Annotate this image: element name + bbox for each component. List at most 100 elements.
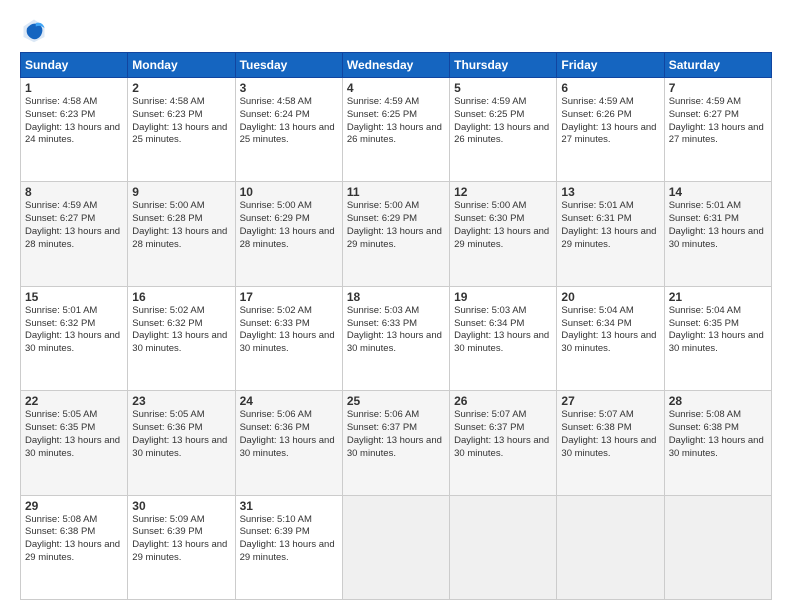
calendar-table: SundayMondayTuesdayWednesdayThursdayFrid… (20, 52, 772, 600)
page: SundayMondayTuesdayWednesdayThursdayFrid… (0, 0, 792, 612)
day-info: Sunrise: 5:02 AMSunset: 6:32 PMDaylight:… (132, 305, 230, 356)
calendar-cell: 31Sunrise: 5:10 AMSunset: 6:39 PMDayligh… (235, 495, 342, 599)
calendar-cell: 11Sunrise: 5:00 AMSunset: 6:29 PMDayligh… (342, 182, 449, 286)
day-number: 29 (25, 499, 123, 513)
calendar-header-tuesday: Tuesday (235, 53, 342, 78)
calendar-cell: 22Sunrise: 5:05 AMSunset: 6:35 PMDayligh… (21, 391, 128, 495)
calendar-cell: 27Sunrise: 5:07 AMSunset: 6:38 PMDayligh… (557, 391, 664, 495)
calendar-header-friday: Friday (557, 53, 664, 78)
calendar-cell: 16Sunrise: 5:02 AMSunset: 6:32 PMDayligh… (128, 286, 235, 390)
day-number: 24 (240, 394, 338, 408)
day-info: Sunrise: 5:06 AMSunset: 6:36 PMDaylight:… (240, 409, 338, 460)
calendar-header-thursday: Thursday (450, 53, 557, 78)
day-info: Sunrise: 5:09 AMSunset: 6:39 PMDaylight:… (132, 514, 230, 565)
day-number: 27 (561, 394, 659, 408)
calendar-cell: 28Sunrise: 5:08 AMSunset: 6:38 PMDayligh… (664, 391, 771, 495)
calendar-cell: 17Sunrise: 5:02 AMSunset: 6:33 PMDayligh… (235, 286, 342, 390)
day-number: 10 (240, 185, 338, 199)
calendar-week-5: 29Sunrise: 5:08 AMSunset: 6:38 PMDayligh… (21, 495, 772, 599)
day-info: Sunrise: 4:58 AMSunset: 6:24 PMDaylight:… (240, 96, 338, 147)
day-info: Sunrise: 5:03 AMSunset: 6:33 PMDaylight:… (347, 305, 445, 356)
day-info: Sunrise: 5:04 AMSunset: 6:34 PMDaylight:… (561, 305, 659, 356)
day-info: Sunrise: 5:07 AMSunset: 6:38 PMDaylight:… (561, 409, 659, 460)
day-info: Sunrise: 5:08 AMSunset: 6:38 PMDaylight:… (25, 514, 123, 565)
calendar-cell: 20Sunrise: 5:04 AMSunset: 6:34 PMDayligh… (557, 286, 664, 390)
calendar-header-sunday: Sunday (21, 53, 128, 78)
calendar-cell: 6Sunrise: 4:59 AMSunset: 6:26 PMDaylight… (557, 78, 664, 182)
calendar-header-wednesday: Wednesday (342, 53, 449, 78)
day-number: 30 (132, 499, 230, 513)
day-number: 19 (454, 290, 552, 304)
day-info: Sunrise: 5:04 AMSunset: 6:35 PMDaylight:… (669, 305, 767, 356)
calendar-cell: 7Sunrise: 4:59 AMSunset: 6:27 PMDaylight… (664, 78, 771, 182)
day-number: 4 (347, 81, 445, 95)
day-number: 7 (669, 81, 767, 95)
day-number: 17 (240, 290, 338, 304)
calendar-cell: 18Sunrise: 5:03 AMSunset: 6:33 PMDayligh… (342, 286, 449, 390)
calendar-week-3: 15Sunrise: 5:01 AMSunset: 6:32 PMDayligh… (21, 286, 772, 390)
day-info: Sunrise: 4:58 AMSunset: 6:23 PMDaylight:… (25, 96, 123, 147)
calendar-cell: 26Sunrise: 5:07 AMSunset: 6:37 PMDayligh… (450, 391, 557, 495)
calendar-header-row: SundayMondayTuesdayWednesdayThursdayFrid… (21, 53, 772, 78)
day-number: 23 (132, 394, 230, 408)
day-number: 13 (561, 185, 659, 199)
day-number: 2 (132, 81, 230, 95)
day-number: 15 (25, 290, 123, 304)
day-number: 11 (347, 185, 445, 199)
calendar-cell (664, 495, 771, 599)
day-info: Sunrise: 4:59 AMSunset: 6:25 PMDaylight:… (454, 96, 552, 147)
day-number: 18 (347, 290, 445, 304)
calendar-cell: 3Sunrise: 4:58 AMSunset: 6:24 PMDaylight… (235, 78, 342, 182)
day-info: Sunrise: 5:10 AMSunset: 6:39 PMDaylight:… (240, 514, 338, 565)
day-number: 1 (25, 81, 123, 95)
calendar-cell: 29Sunrise: 5:08 AMSunset: 6:38 PMDayligh… (21, 495, 128, 599)
calendar-week-4: 22Sunrise: 5:05 AMSunset: 6:35 PMDayligh… (21, 391, 772, 495)
day-info: Sunrise: 4:59 AMSunset: 6:25 PMDaylight:… (347, 96, 445, 147)
calendar-cell: 9Sunrise: 5:00 AMSunset: 6:28 PMDaylight… (128, 182, 235, 286)
calendar-cell: 4Sunrise: 4:59 AMSunset: 6:25 PMDaylight… (342, 78, 449, 182)
day-number: 12 (454, 185, 552, 199)
day-info: Sunrise: 5:05 AMSunset: 6:35 PMDaylight:… (25, 409, 123, 460)
day-info: Sunrise: 5:00 AMSunset: 6:30 PMDaylight:… (454, 200, 552, 251)
day-number: 28 (669, 394, 767, 408)
day-number: 25 (347, 394, 445, 408)
day-number: 26 (454, 394, 552, 408)
day-info: Sunrise: 4:59 AMSunset: 6:26 PMDaylight:… (561, 96, 659, 147)
day-number: 21 (669, 290, 767, 304)
calendar-cell: 1Sunrise: 4:58 AMSunset: 6:23 PMDaylight… (21, 78, 128, 182)
day-info: Sunrise: 5:08 AMSunset: 6:38 PMDaylight:… (669, 409, 767, 460)
day-info: Sunrise: 5:00 AMSunset: 6:29 PMDaylight:… (347, 200, 445, 251)
calendar-cell: 23Sunrise: 5:05 AMSunset: 6:36 PMDayligh… (128, 391, 235, 495)
calendar-cell (557, 495, 664, 599)
day-info: Sunrise: 5:05 AMSunset: 6:36 PMDaylight:… (132, 409, 230, 460)
calendar-cell: 25Sunrise: 5:06 AMSunset: 6:37 PMDayligh… (342, 391, 449, 495)
day-info: Sunrise: 5:01 AMSunset: 6:31 PMDaylight:… (561, 200, 659, 251)
day-number: 22 (25, 394, 123, 408)
day-number: 16 (132, 290, 230, 304)
calendar-cell: 19Sunrise: 5:03 AMSunset: 6:34 PMDayligh… (450, 286, 557, 390)
calendar-cell (342, 495, 449, 599)
calendar-cell: 10Sunrise: 5:00 AMSunset: 6:29 PMDayligh… (235, 182, 342, 286)
day-info: Sunrise: 5:03 AMSunset: 6:34 PMDaylight:… (454, 305, 552, 356)
day-number: 3 (240, 81, 338, 95)
day-number: 31 (240, 499, 338, 513)
day-info: Sunrise: 4:58 AMSunset: 6:23 PMDaylight:… (132, 96, 230, 147)
day-info: Sunrise: 5:07 AMSunset: 6:37 PMDaylight:… (454, 409, 552, 460)
day-number: 9 (132, 185, 230, 199)
day-info: Sunrise: 5:02 AMSunset: 6:33 PMDaylight:… (240, 305, 338, 356)
header (20, 16, 772, 44)
calendar-cell: 15Sunrise: 5:01 AMSunset: 6:32 PMDayligh… (21, 286, 128, 390)
calendar-cell: 5Sunrise: 4:59 AMSunset: 6:25 PMDaylight… (450, 78, 557, 182)
calendar-cell: 12Sunrise: 5:00 AMSunset: 6:30 PMDayligh… (450, 182, 557, 286)
day-number: 6 (561, 81, 659, 95)
day-info: Sunrise: 5:00 AMSunset: 6:28 PMDaylight:… (132, 200, 230, 251)
logo (20, 16, 52, 44)
day-info: Sunrise: 5:01 AMSunset: 6:31 PMDaylight:… (669, 200, 767, 251)
day-number: 8 (25, 185, 123, 199)
calendar-cell: 14Sunrise: 5:01 AMSunset: 6:31 PMDayligh… (664, 182, 771, 286)
day-number: 14 (669, 185, 767, 199)
calendar-cell: 13Sunrise: 5:01 AMSunset: 6:31 PMDayligh… (557, 182, 664, 286)
day-info: Sunrise: 5:00 AMSunset: 6:29 PMDaylight:… (240, 200, 338, 251)
calendar-cell: 2Sunrise: 4:58 AMSunset: 6:23 PMDaylight… (128, 78, 235, 182)
day-number: 5 (454, 81, 552, 95)
